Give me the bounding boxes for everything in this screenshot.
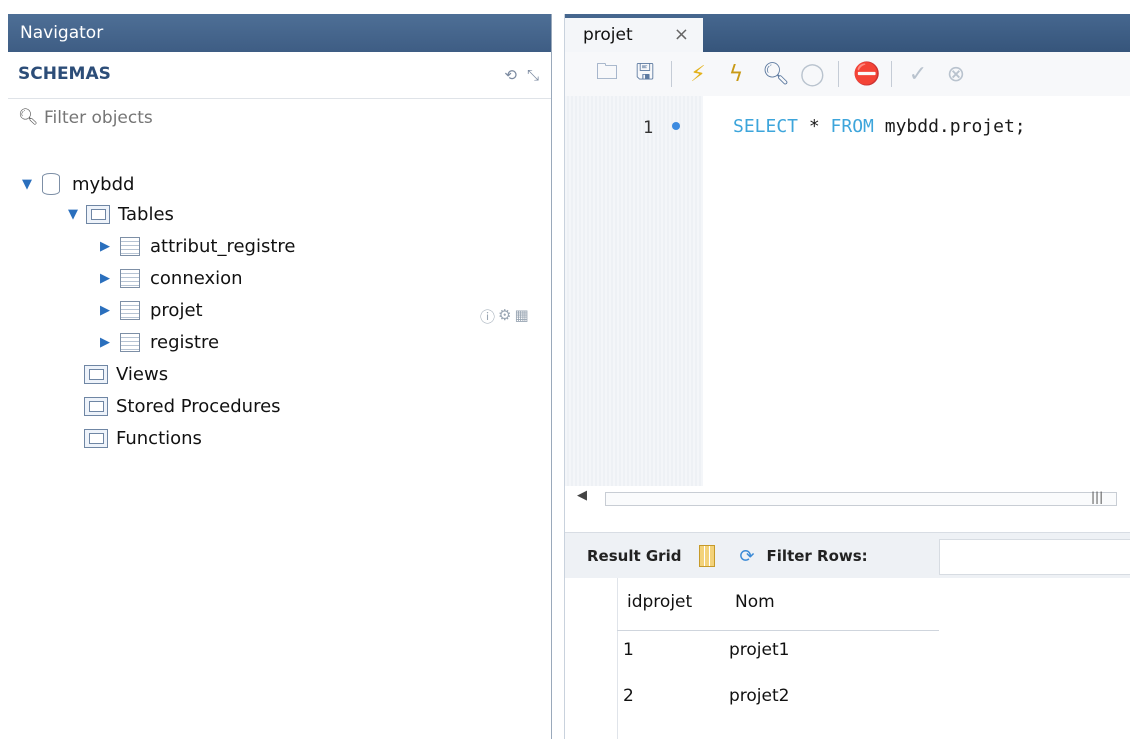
table-icon — [120, 268, 140, 288]
folder-icon — [84, 428, 108, 448]
collapse-triangle-icon[interactable]: ▶ — [100, 303, 116, 318]
close-icon[interactable]: × — [674, 24, 689, 45]
result-toolbar: Result Grid ⟳ Filter Rows: — [565, 532, 1130, 579]
folder-icon — [84, 364, 108, 384]
row-action-icons: ⓘ ⚙ ▦ — [480, 306, 529, 327]
row-header-divider — [617, 578, 618, 739]
filter-rows-label: Filter Rows: — [766, 547, 868, 565]
filter-rows-input[interactable] — [939, 539, 1130, 575]
schema-node-mybdd[interactable]: ▼ mybdd — [22, 170, 134, 198]
stop-icon[interactable]: ◯ — [800, 62, 825, 87]
explain-magnifier-icon[interactable]: 🔍︎ — [762, 62, 790, 87]
columns-icon[interactable] — [699, 545, 716, 567]
table-node[interactable]: ▶ registre — [100, 328, 219, 356]
execute-current-icon[interactable]: ϟ — [724, 62, 748, 87]
procedures-label: Stored Procedures — [116, 395, 281, 417]
horizontal-scrollbar[interactable]: ◀ ||| — [565, 488, 1130, 510]
info-icon[interactable]: ⓘ — [480, 306, 495, 327]
toolbar-divider — [891, 61, 892, 87]
collapse-icon[interactable]: ⤡ — [527, 66, 539, 84]
stored-procedures-node[interactable]: Stored Procedures — [82, 392, 281, 420]
collapse-triangle-icon[interactable]: ▶ — [100, 239, 116, 254]
table-name: projet — [150, 299, 203, 321]
table-cell[interactable]: 2 — [623, 686, 634, 706]
table-data-icon[interactable]: ▦ — [514, 306, 528, 327]
wrench-icon[interactable]: ⚙ — [498, 306, 511, 327]
tables-label: Tables — [118, 203, 174, 225]
functions-label: Functions — [116, 427, 202, 449]
schemas-header: SCHEMAS ⟲ ⤡ — [8, 52, 551, 99]
expand-triangle-icon[interactable]: ▼ — [68, 207, 84, 222]
filter-row: 🔍︎ — [8, 99, 551, 137]
scroll-left-icon[interactable]: ◀ — [577, 488, 587, 503]
statement-marker-icon — [672, 122, 680, 130]
result-grid: idprojet Nom 1 projet1 2 projet2 — [565, 578, 1130, 739]
commit-icon[interactable]: ✓ — [906, 62, 930, 87]
filter-objects-input[interactable] — [42, 105, 526, 131]
table-node[interactable]: ▶ projet — [100, 296, 203, 324]
search-icon: 🔍︎ — [18, 107, 39, 126]
table-name: registre — [150, 331, 220, 353]
tab-projet[interactable]: projet × — [565, 18, 703, 52]
schemas-tools: ⟲ ⤡ — [504, 66, 539, 84]
toggle-error-icon[interactable]: ⛔ — [853, 62, 880, 87]
navigator-panel: Navigator SCHEMAS ⟲ ⤡ 🔍︎ ▼ mybdd ▼ Table… — [8, 14, 552, 739]
table-icon — [120, 300, 140, 320]
schemas-label: SCHEMAS — [18, 64, 111, 84]
views-label: Views — [116, 363, 169, 385]
refresh-icon[interactable]: ⟳ — [739, 546, 754, 567]
navigator-title: Navigator — [8, 14, 551, 52]
line-number: 1 — [643, 118, 654, 138]
collapse-triangle-icon[interactable]: ▶ — [100, 335, 116, 350]
table-icon — [120, 332, 140, 352]
scroll-track[interactable] — [605, 492, 1117, 506]
table-cell[interactable]: 1 — [623, 640, 634, 660]
scroll-grip-icon[interactable]: ||| — [1091, 490, 1103, 504]
query-area: projet × 🗀 🖫 ⚡ ϟ 🔍︎ ◯ ⛔ ✓ ⊗ 1 SELECT * F… — [564, 14, 1130, 739]
save-icon[interactable]: 🖫 — [633, 55, 657, 93]
expand-triangle-icon[interactable]: ▼ — [22, 177, 38, 192]
folder-icon — [86, 204, 110, 224]
database-icon — [42, 173, 60, 195]
toolbar-divider — [671, 61, 672, 87]
editor-toolbar: 🗀 🖫 ⚡ ϟ 🔍︎ ◯ ⛔ ✓ ⊗ — [565, 52, 1130, 97]
tab-strip: projet × — [565, 14, 1130, 52]
tab-label: projet — [583, 25, 633, 45]
sql-keyword-select: SELECT — [733, 116, 799, 137]
table-node[interactable]: ▶ attribut_registre — [100, 232, 295, 260]
sql-editor[interactable]: 1 SELECT * FROM mybdd.projet; — [565, 96, 1130, 486]
table-node[interactable]: ▶ connexion — [100, 264, 243, 292]
line-gutter — [565, 96, 703, 486]
table-name: attribut_registre — [150, 235, 296, 257]
sql-keyword-from: FROM — [830, 116, 874, 137]
refresh-icon[interactable]: ⟲ — [504, 66, 517, 84]
table-cell[interactable]: projet2 — [729, 686, 789, 706]
sql-table-ref: mybdd.projet; — [873, 116, 1026, 137]
column-header[interactable]: idprojet — [627, 592, 692, 612]
rollback-icon[interactable]: ⊗ — [944, 62, 968, 87]
table-cell[interactable]: projet1 — [729, 640, 789, 660]
sql-code-line[interactable]: SELECT * FROM mybdd.projet; — [733, 116, 1026, 137]
open-folder-icon[interactable]: 🗀 — [595, 55, 619, 93]
header-divider — [617, 630, 939, 631]
toolbar-divider — [838, 61, 839, 87]
collapse-triangle-icon[interactable]: ▶ — [100, 271, 116, 286]
views-node[interactable]: Views — [82, 360, 168, 388]
table-name: connexion — [150, 267, 243, 289]
folder-icon — [84, 396, 108, 416]
tables-node[interactable]: ▼ Tables — [68, 200, 174, 228]
result-grid-tab[interactable]: Result Grid — [565, 547, 681, 565]
table-icon — [120, 236, 140, 256]
execute-lightning-icon[interactable]: ⚡ — [686, 62, 710, 87]
schema-name: mybdd — [72, 173, 135, 195]
column-header[interactable]: Nom — [735, 592, 775, 612]
sql-star: * — [798, 116, 831, 137]
functions-node[interactable]: Functions — [82, 424, 202, 452]
